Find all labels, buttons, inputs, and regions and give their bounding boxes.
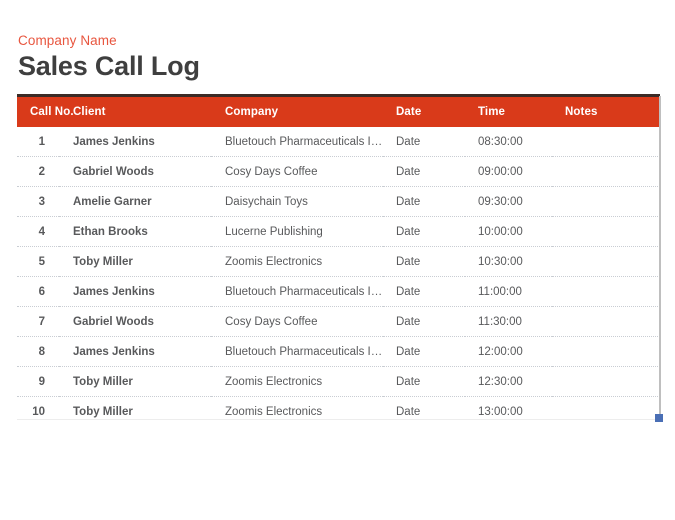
cell-date[interactable]: Date <box>383 127 465 157</box>
cell-call-no[interactable]: 3 <box>17 186 59 217</box>
cell-company[interactable]: Zoomis Electronics <box>211 397 383 427</box>
cell-call-no[interactable]: 1 <box>17 127 59 157</box>
cell-company[interactable]: Lucerne Publishing <box>211 216 383 247</box>
cell-company[interactable]: Daisychain Toys <box>211 186 383 217</box>
cell-date[interactable]: Date <box>383 336 465 367</box>
cell-date[interactable]: Date <box>383 216 465 247</box>
table-row[interactable]: 2 Gabriel Woods Cosy Days Coffee Date 09:00:… <box>17 156 660 187</box>
table-row[interactable]: 7 Gabriel Woods Cosy Days Coffee Date 11:30:… <box>17 306 660 337</box>
cell-time[interactable]: 08:30:00 <box>465 127 552 157</box>
column-header-time[interactable]: Time <box>465 94 552 127</box>
cell-company[interactable]: Bluetouch Pharmaceuticals Inc. <box>211 336 383 367</box>
cell-time[interactable]: 11:00:00 <box>465 276 552 307</box>
cell-call-no[interactable]: 5 <box>17 246 59 277</box>
table-row[interactable]: 8 James Jenkins Bluetouch Pharmaceuticals … <box>17 336 660 367</box>
cell-notes[interactable] <box>552 366 660 397</box>
cell-client[interactable]: Gabriel Woods <box>59 156 211 187</box>
cell-time[interactable]: 11:30:00 <box>465 306 552 337</box>
table-header-row: Call No. Client Company Date Time Notes <box>17 94 660 127</box>
column-header-client[interactable]: Client <box>59 94 211 127</box>
cell-notes[interactable] <box>552 127 660 157</box>
cell-notes[interactable] <box>552 216 660 247</box>
table-row[interactable]: 6 James Jenkins Bluetouch Pharmaceuticals … <box>17 276 660 307</box>
cell-client[interactable]: James Jenkins <box>59 127 211 157</box>
table-right-resize-rule[interactable] <box>659 96 661 420</box>
cell-date[interactable]: Date <box>383 186 465 217</box>
cell-company[interactable]: Cosy Days Coffee <box>211 156 383 187</box>
cell-time[interactable]: 09:30:00 <box>465 186 552 217</box>
cell-call-no[interactable]: 8 <box>17 336 59 367</box>
cell-time[interactable]: 09:00:00 <box>465 156 552 187</box>
cell-notes[interactable] <box>552 336 660 367</box>
cell-notes[interactable] <box>552 156 660 187</box>
table-body: 1 James Jenkins Bluetouch Pharmaceuticals … <box>17 127 660 426</box>
cell-date[interactable]: Date <box>383 276 465 307</box>
cell-company[interactable]: Zoomis Electronics <box>211 366 383 397</box>
table-row[interactable]: 5 Toby Miller Zoomis Electronics Date 10:30:… <box>17 246 660 277</box>
cell-call-no[interactable]: 6 <box>17 276 59 307</box>
cell-client[interactable]: Gabriel Woods <box>59 306 211 337</box>
column-header-date[interactable]: Date <box>383 94 465 127</box>
table-row[interactable]: 9 Toby Miller Zoomis Electronics Date 12:30:… <box>17 366 660 397</box>
company-name-placeholder[interactable]: Company Name <box>18 32 618 49</box>
cell-time[interactable]: 12:30:00 <box>465 366 552 397</box>
cell-notes[interactable] <box>552 246 660 277</box>
document-page: Company Name Sales Call Log Call No. Cli… <box>0 0 675 520</box>
cell-date[interactable]: Date <box>383 156 465 187</box>
cell-call-no[interactable]: 4 <box>17 216 59 247</box>
cell-time[interactable]: 13:00:00 <box>465 397 552 427</box>
cell-notes[interactable] <box>552 397 660 427</box>
cell-client[interactable]: Toby Miller <box>59 246 211 277</box>
page-title[interactable]: Sales Call Log <box>18 50 618 83</box>
cell-company[interactable]: Bluetouch Pharmaceuticals Inc. <box>211 276 383 307</box>
cell-company[interactable]: Bluetouch Pharmaceuticals Inc. <box>211 127 383 157</box>
sales-call-log-table-wrapper: Call No. Client Company Date Time Notes … <box>17 94 660 426</box>
table-row[interactable]: 1 James Jenkins Bluetouch Pharmaceuticals … <box>17 127 660 157</box>
cell-client[interactable]: Ethan Brooks <box>59 216 211 247</box>
cell-date[interactable]: Date <box>383 246 465 277</box>
cell-company[interactable]: Cosy Days Coffee <box>211 306 383 337</box>
cell-client[interactable]: Amelie Garner <box>59 186 211 217</box>
column-header-company[interactable]: Company <box>211 94 383 127</box>
column-header-notes[interactable]: Notes <box>552 94 660 127</box>
cell-notes[interactable] <box>552 186 660 217</box>
cell-client[interactable]: James Jenkins <box>59 336 211 367</box>
cell-date[interactable]: Date <box>383 366 465 397</box>
cell-date[interactable]: Date <box>383 397 465 427</box>
cell-date[interactable]: Date <box>383 306 465 337</box>
cell-call-no[interactable]: 9 <box>17 366 59 397</box>
cell-notes[interactable] <box>552 276 660 307</box>
cell-call-no[interactable]: 2 <box>17 156 59 187</box>
table-row[interactable]: 4 Ethan Brooks Lucerne Publishing Date 10:00… <box>17 216 660 247</box>
cell-client[interactable]: Toby Miller <box>59 397 211 427</box>
column-header-call-no[interactable]: Call No. <box>17 94 74 127</box>
cell-client[interactable]: James Jenkins <box>59 276 211 307</box>
table-row[interactable]: 10 Toby Miller Zoomis Electronics Date 13:00… <box>17 397 660 427</box>
cell-time[interactable]: 10:00:00 <box>465 216 552 247</box>
sales-call-log-table: Call No. Client Company Date Time Notes … <box>17 94 660 426</box>
table-resize-handle[interactable] <box>655 414 663 422</box>
table-row[interactable]: 3 Amelie Garner Daisychain Toys Date 09:30:0… <box>17 186 660 217</box>
cell-call-no[interactable]: 7 <box>17 306 59 337</box>
cell-call-no[interactable]: 10 <box>17 397 59 427</box>
cell-time[interactable]: 12:00:00 <box>465 336 552 367</box>
table-bottom-edge <box>17 419 660 420</box>
document-heading: Company Name Sales Call Log <box>18 32 618 83</box>
cell-client[interactable]: Toby Miller <box>59 366 211 397</box>
table-header: Call No. Client Company Date Time Notes <box>17 94 660 127</box>
cell-time[interactable]: 10:30:00 <box>465 246 552 277</box>
cell-company[interactable]: Zoomis Electronics <box>211 246 383 277</box>
cell-notes[interactable] <box>552 306 660 337</box>
